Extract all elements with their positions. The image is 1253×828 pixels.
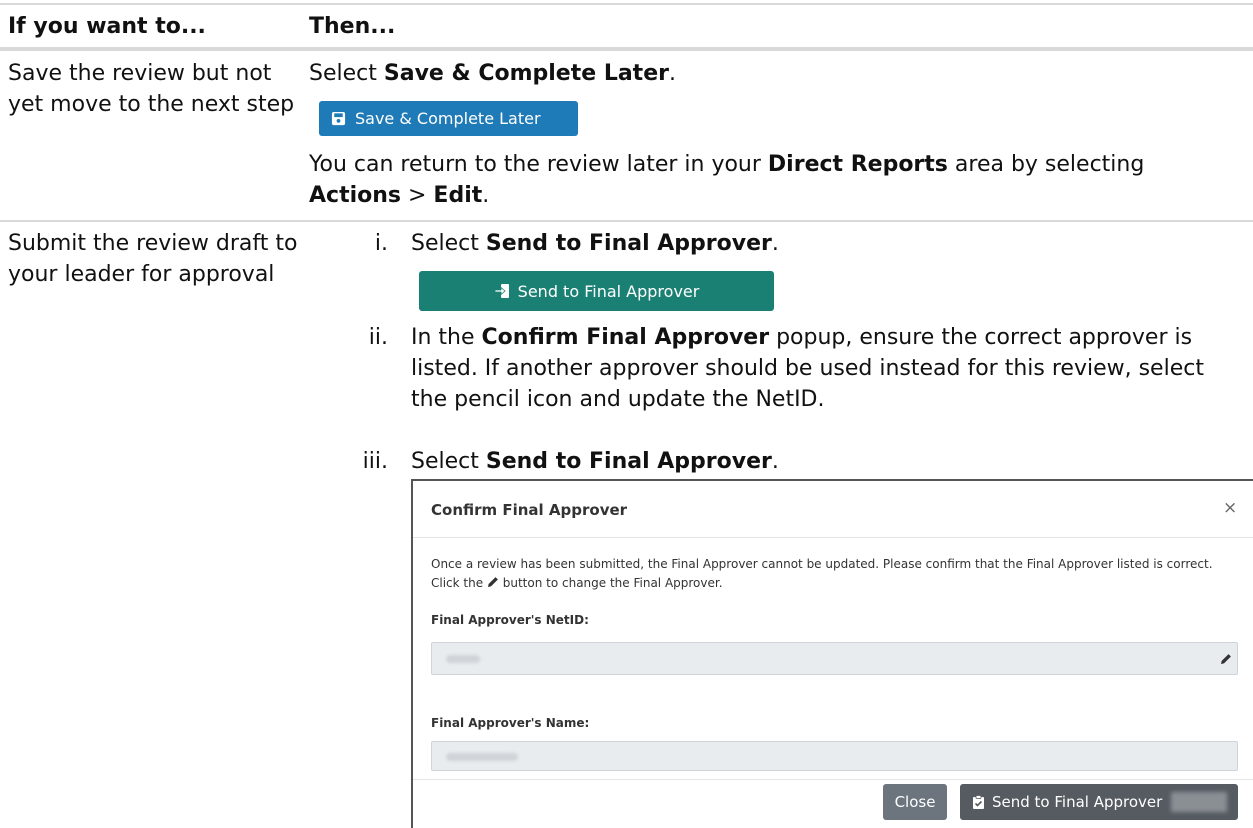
row1-then-line: Select Save & Complete Later. xyxy=(309,58,1249,89)
step-number-iii: iii. xyxy=(362,449,388,474)
header-if: If you want to... xyxy=(8,14,206,39)
row1-note-sep: > xyxy=(401,183,434,208)
row1-rule xyxy=(0,220,1253,222)
row1-note-bold3: Edit xyxy=(433,183,483,208)
modal-title: Confirm Final Approver xyxy=(431,501,628,519)
table-top-rule xyxy=(0,3,1253,5)
step-iii-prefix: Select xyxy=(411,449,486,474)
step-ii-bold: Confirm Final Approver xyxy=(481,325,770,350)
row1-if-cell: Save the review but not yet move to the … xyxy=(8,61,295,117)
header-then: Then... xyxy=(309,14,396,39)
row1-note-suffix: . xyxy=(482,183,490,208)
row2-if-cell: Submit the review draft to your leader f… xyxy=(8,231,298,287)
row1-then-suffix: . xyxy=(668,61,676,86)
modal-message: Once a review has been submitted, the Fi… xyxy=(431,555,1241,593)
modal-footer-rule xyxy=(413,779,1253,780)
send-to-final-approver-button[interactable]: Send to Final Approver xyxy=(419,271,774,311)
step-number-i: i. xyxy=(374,231,388,256)
modal-message-line2: Click the button to change the Final App… xyxy=(431,574,1241,593)
modal-message-prefix: Click the xyxy=(431,576,487,590)
row1-then-prefix: Select xyxy=(309,61,384,86)
modal-header: Confirm Final Approver × xyxy=(413,481,1253,538)
header-rule xyxy=(0,47,1253,51)
step-i: Select Send to Final Approver. xyxy=(411,228,1241,259)
netid-redacted-value xyxy=(446,655,480,663)
instruction-table: If you want to... Then... Save the revie… xyxy=(0,0,1253,828)
netid-field[interactable] xyxy=(431,642,1238,675)
name-label: Final Approver's Name: xyxy=(431,716,590,730)
modal-message-line1: Once a review has been submitted, the Fi… xyxy=(431,557,1213,571)
row1-note-bold1: Direct Reports xyxy=(767,152,948,177)
save-complete-later-button[interactable]: Save & Complete Later xyxy=(319,101,578,136)
modal-message-suffix: button to change the Final Approver. xyxy=(498,576,723,590)
floppy-disk-icon xyxy=(331,111,346,126)
send-button-label: Send to Final Approver xyxy=(517,281,700,301)
netid-label: Final Approver's NetID: xyxy=(431,613,589,627)
clipboard-check-icon xyxy=(973,795,984,809)
row1-then-bold: Save & Complete Later xyxy=(383,61,669,86)
step-ii: In the Confirm Final Approver popup, ens… xyxy=(411,322,1246,415)
step-number-ii: ii. xyxy=(368,325,388,350)
redacted-chip xyxy=(1171,792,1228,812)
pencil-icon xyxy=(487,577,498,587)
modal-send-to-final-approver-button[interactable]: Send to Final Approver xyxy=(960,784,1238,820)
confirm-final-approver-modal: Confirm Final Approver × Once a review h… xyxy=(411,479,1253,828)
step-iii-suffix: . xyxy=(771,449,779,474)
row1-note-prefix: You can return to the review later in yo… xyxy=(309,152,768,177)
close-icon[interactable]: × xyxy=(1223,498,1237,518)
sign-in-arrow-icon xyxy=(494,284,509,298)
name-field[interactable] xyxy=(431,741,1238,771)
edit-netid-button[interactable] xyxy=(1213,643,1239,674)
row1-note: You can return to the review later in yo… xyxy=(309,149,1239,211)
close-button[interactable]: Close xyxy=(883,784,947,820)
modal-send-label: Send to Final Approver xyxy=(992,793,1163,811)
step-i-prefix: Select xyxy=(411,231,486,256)
row1-note-mid: area by selecting xyxy=(947,152,1145,177)
name-redacted-value xyxy=(446,753,518,761)
step-i-bold: Send to Final Approver xyxy=(485,231,772,256)
pencil-icon xyxy=(1221,653,1231,664)
step-i-suffix: . xyxy=(771,231,779,256)
step-ii-prefix: In the xyxy=(411,325,482,350)
step-iii: Select Send to Final Approver. xyxy=(411,446,1241,477)
save-button-label: Save & Complete Later xyxy=(355,109,541,128)
step-iii-bold: Send to Final Approver xyxy=(485,449,772,474)
row1-note-bold2: Actions xyxy=(309,183,401,208)
